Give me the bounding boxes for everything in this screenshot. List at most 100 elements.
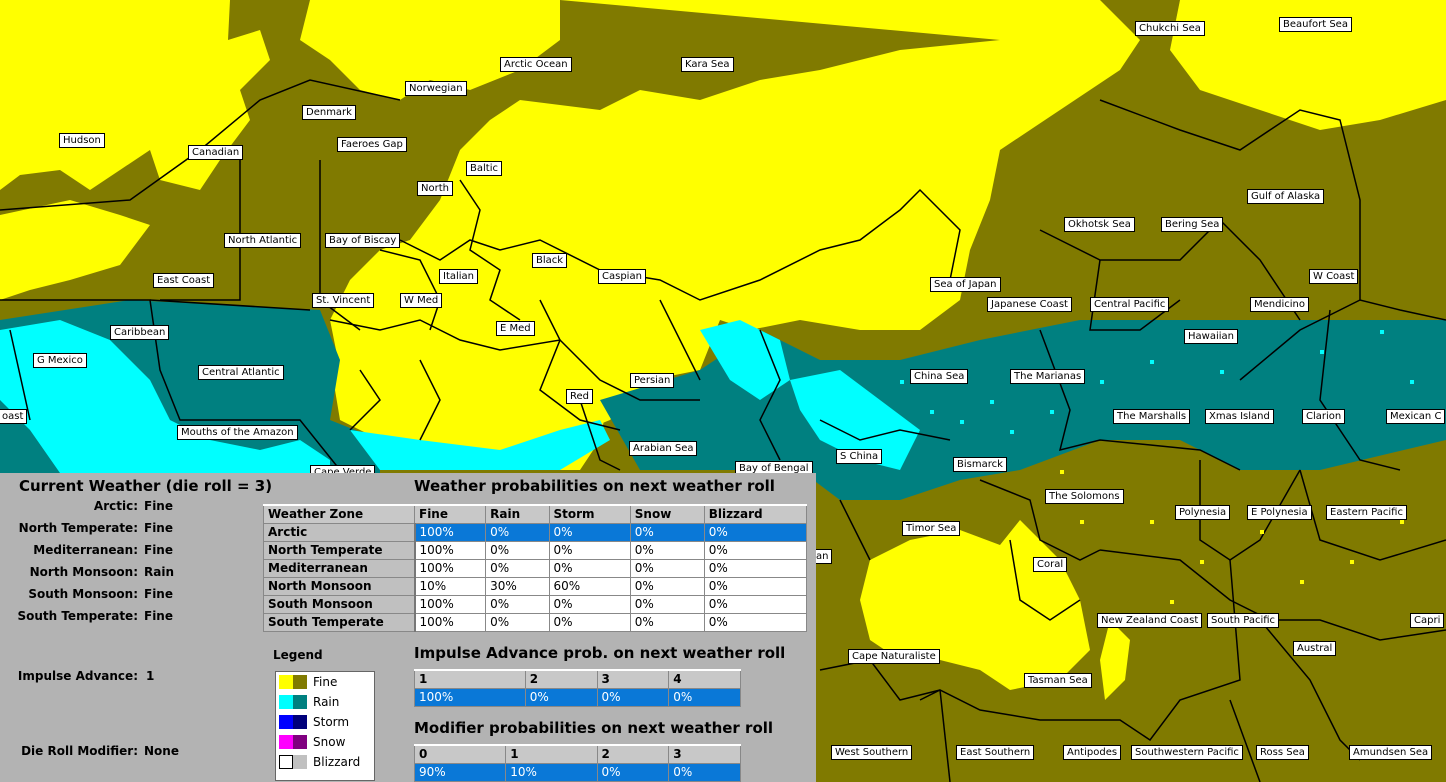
weather-zone-value: Rain	[144, 565, 174, 579]
zone-label[interactable]: East Southern	[956, 745, 1035, 760]
zone-label[interactable]: St. Vincent	[312, 293, 375, 308]
zone-label[interactable]: Central Atlantic	[198, 365, 284, 380]
table-row[interactable]: Mediterranean 100% 0% 0% 0% 0%	[263, 559, 808, 578]
zone-label[interactable]: Polynesia	[1175, 505, 1231, 520]
zone-label[interactable]: North Atlantic	[224, 233, 302, 248]
weather-zone-name: North Monsoon:	[29, 565, 138, 579]
zone-label[interactable]: S China	[836, 449, 883, 464]
zone-label[interactable]: Antipodes	[1063, 745, 1122, 760]
zone-label[interactable]: East Coast	[153, 273, 215, 288]
zone-label[interactable]: Bering Sea	[1161, 217, 1224, 232]
probability-cell: 0%	[703, 613, 808, 632]
zone-label[interactable]: Okhotsk Sea	[1064, 217, 1135, 232]
zone-label[interactable]: Arctic Ocean	[500, 57, 572, 72]
table-row[interactable]: Arctic 100% 0% 0% 0% 0%	[263, 523, 808, 542]
legend-label: Snow	[313, 734, 346, 749]
zone-label[interactable]: Caribbean	[110, 325, 170, 340]
zone-label[interactable]: Gulf of Alaska	[1247, 189, 1325, 204]
zone-label[interactable]: Sea of Japan	[930, 277, 1001, 292]
zone-label[interactable]: Southwestern Pacific	[1131, 745, 1243, 760]
zone-label[interactable]: Austral	[1293, 641, 1337, 656]
zone-label[interactable]: Coral	[1033, 557, 1068, 572]
zone-label[interactable]: Eastern Pacific	[1326, 505, 1407, 520]
zone-label[interactable]: oast	[0, 409, 28, 424]
zone-label[interactable]: Timor Sea	[902, 521, 961, 536]
zone-label[interactable]: Cape Naturaliste	[848, 649, 940, 664]
probability-cell: 0%	[629, 577, 705, 596]
probability-cell: 0%	[629, 559, 705, 578]
zone-label[interactable]: Denmark	[302, 105, 356, 120]
zone-label[interactable]: Clarion	[1302, 409, 1346, 424]
probability-cell: 0%	[548, 523, 631, 542]
row-header: Arctic	[263, 523, 416, 542]
zone-label[interactable]: The Marianas	[1010, 369, 1086, 384]
zone-label[interactable]: The Marshalls	[1113, 409, 1191, 424]
zone-label[interactable]: South Pacific	[1207, 613, 1280, 628]
column-header: 2	[524, 669, 598, 689]
zone-label[interactable]: Bay of Biscay	[325, 233, 401, 248]
zone-label[interactable]: West Southern	[831, 745, 913, 760]
legend-land-swatch	[279, 714, 293, 729]
probability-cell: 60%	[548, 577, 631, 596]
probability-cell: 0%	[629, 541, 705, 560]
legend-title: Legend	[273, 648, 323, 662]
row-header: South Monsoon	[263, 595, 416, 614]
zone-label[interactable]: Amundsen Sea	[1349, 745, 1433, 760]
zone-label[interactable]: Persian	[630, 373, 675, 388]
zone-label[interactable]: New Zealand Coast	[1097, 613, 1203, 628]
weather-zone-name: South Monsoon:	[28, 587, 138, 601]
zone-label[interactable]: Hawaiian	[1184, 329, 1238, 344]
zone-label[interactable]: Beaufort Sea	[1279, 17, 1352, 32]
probability-cell: 0%	[703, 559, 808, 578]
probability-cell: 100%	[413, 541, 487, 560]
zone-label[interactable]: Canadian	[188, 145, 244, 160]
zone-label[interactable]: Ross Sea	[1256, 745, 1309, 760]
zone-label[interactable]: Red	[566, 389, 593, 404]
zone-label[interactable]: Faeroes Gap	[337, 137, 407, 152]
zone-label[interactable]: Mendicino	[1250, 297, 1309, 312]
zone-label[interactable]: Caspian	[598, 269, 646, 284]
zone-label[interactable]: Hudson	[59, 133, 105, 148]
zone-label[interactable]: Bismarck	[953, 457, 1007, 472]
table-row[interactable]: 100% 0% 0% 0%	[414, 688, 741, 707]
zone-label[interactable]: North	[417, 181, 453, 196]
legend-label: Fine	[313, 674, 338, 689]
table-row[interactable]: South Temperate 100% 0% 0% 0% 0%	[263, 613, 808, 632]
probability-cell: 0%	[629, 523, 705, 542]
legend-item: Rain	[279, 694, 339, 709]
zone-label[interactable]: Arabian Sea	[629, 441, 698, 456]
zone-label[interactable]: Japanese Coast	[987, 297, 1072, 312]
table-row[interactable]: North Temperate 100% 0% 0% 0% 0%	[263, 541, 808, 560]
zone-label[interactable]: W Coast	[1309, 269, 1359, 284]
weather-zone-value: Fine	[144, 499, 173, 513]
probability-cell: 0%	[548, 613, 631, 632]
zone-label[interactable]: Mouths of the Amazon	[177, 425, 298, 440]
zone-label[interactable]: Capri	[1410, 613, 1445, 628]
probability-cell: 0%	[485, 541, 550, 560]
zone-label[interactable]: Italian	[439, 269, 479, 284]
zone-label[interactable]: G Mexico	[33, 353, 87, 368]
zone-label[interactable]: Tasman Sea	[1024, 673, 1092, 688]
zone-label[interactable]: Norwegian	[405, 81, 467, 96]
table-row[interactable]: 90% 10% 0% 0%	[413, 763, 741, 782]
zone-label[interactable]: W Med	[400, 293, 443, 308]
zone-label[interactable]: Black	[532, 253, 568, 268]
zone-label[interactable]: E Med	[496, 321, 535, 336]
probability-cell: 0%	[703, 541, 808, 560]
probability-cell: 0%	[524, 688, 598, 707]
table-row[interactable]: North Monsoon 10% 30% 60% 0% 0%	[263, 577, 808, 596]
zone-label[interactable]: Baltic	[466, 161, 502, 176]
zone-label[interactable]: Central Pacific	[1090, 297, 1170, 312]
legend-item: Fine	[279, 674, 337, 689]
table-row[interactable]: South Monsoon 100% 0% 0% 0% 0%	[263, 595, 808, 614]
probability-cell: 0%	[485, 595, 550, 614]
zone-label[interactable]: China Sea	[910, 369, 969, 384]
zone-label[interactable]: The Solomons	[1045, 489, 1124, 504]
zone-label[interactable]: E Polynesia	[1247, 505, 1312, 520]
zone-label[interactable]: Mexican C	[1386, 409, 1446, 424]
zone-label[interactable]: Chukchi Sea	[1135, 21, 1205, 36]
modifier-prob-title: Modifier probabilities on next weather r…	[414, 719, 774, 737]
zone-label[interactable]: Kara Sea	[681, 57, 734, 72]
zone-label[interactable]: Xmas Island	[1205, 409, 1274, 424]
probability-cell: 0%	[668, 763, 741, 782]
